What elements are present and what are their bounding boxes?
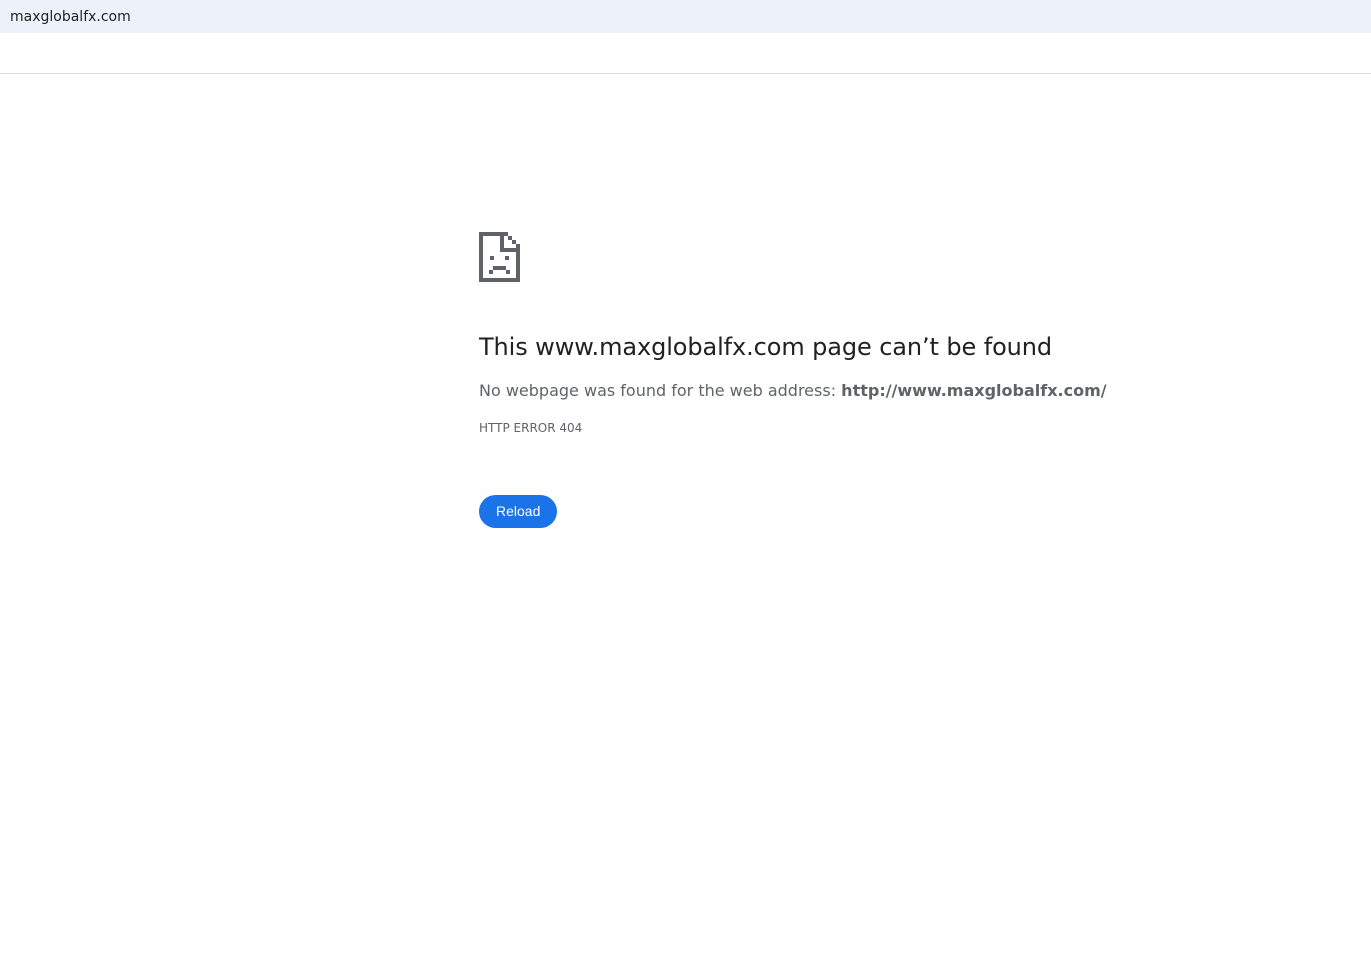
error-message: No webpage was found for the web address… (479, 381, 1119, 400)
error-code: HTTP ERROR 404 (479, 421, 583, 435)
error-message-text: No webpage was found for the web address… (479, 381, 842, 400)
sad-page-icon (479, 232, 520, 282)
error-heading: This www.maxglobalfx.com page can’t be f… (479, 333, 1053, 361)
error-url: http://www.maxglobalfx.com/ (841, 381, 1107, 400)
address-text[interactable]: maxglobalfx.com (10, 9, 131, 25)
address-bar[interactable]: maxglobalfx.com (0, 0, 1371, 33)
reload-button[interactable]: Reload (479, 495, 558, 528)
error-content: This www.maxglobalfx.com page can’t be f… (479, 232, 1119, 528)
toolbar-strip (0, 33, 1371, 74)
